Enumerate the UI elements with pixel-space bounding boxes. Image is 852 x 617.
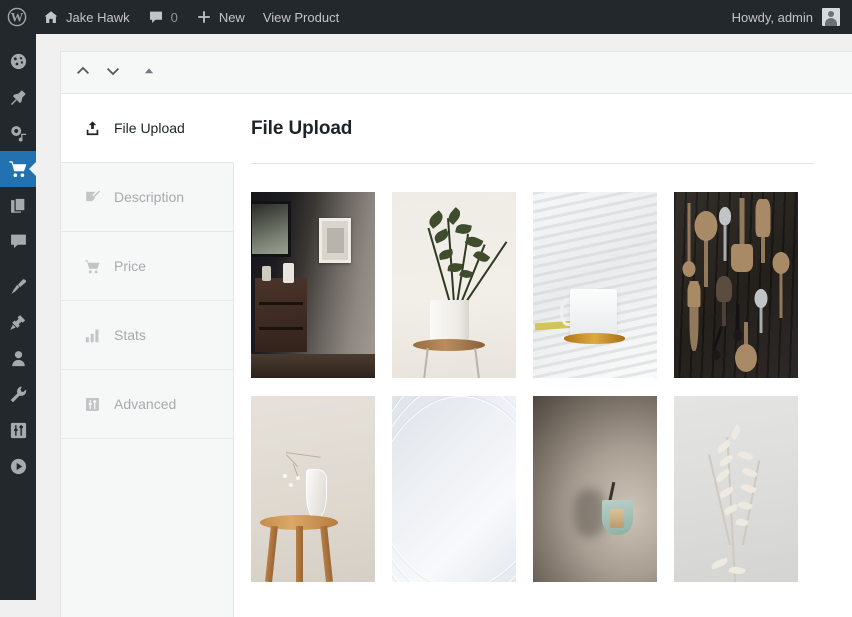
sidebar-item-appearance[interactable] (0, 268, 36, 304)
metabox-body: File Upload Description Price Stats Adva… (61, 94, 852, 617)
tab-file-upload[interactable]: File Upload (61, 94, 234, 163)
sliders-icon (83, 396, 101, 413)
media-camera-music-icon (9, 124, 28, 143)
svg-text:W: W (11, 11, 24, 25)
play-circle-icon (9, 457, 28, 476)
comment-bubble-icon (148, 9, 164, 25)
sidebar-item-pages[interactable] (0, 187, 36, 223)
file-upload-metabox: File Upload Description Price Stats Adva… (60, 51, 852, 617)
menu-separator-1 (0, 259, 36, 268)
tab-panel-file-upload: File Upload (234, 94, 852, 617)
image-thumbnail[interactable] (533, 396, 657, 582)
admin-bar: W Jake Hawk 0 New View Product Howdy, ad… (0, 0, 852, 34)
move-down-button[interactable] (99, 59, 127, 87)
chevron-down-icon (105, 63, 121, 82)
wp-logo-menu-item[interactable]: W (0, 0, 34, 34)
cart-icon (83, 258, 101, 275)
sidebar-item-player[interactable] (0, 448, 36, 484)
my-account-menu-item[interactable]: Howdy, admin (723, 0, 852, 34)
image-thumbnail[interactable] (392, 192, 516, 378)
view-product-label: View Product (262, 9, 340, 25)
toggle-panel-button[interactable] (135, 59, 163, 87)
howdy-label: Howdy, admin (731, 9, 813, 25)
sidebar-item-tools[interactable] (0, 376, 36, 412)
image-thumbnail[interactable] (674, 396, 798, 582)
cart-icon (8, 159, 28, 179)
site-name-label: Jake Hawk (66, 9, 130, 25)
sidebar-item-users[interactable] (0, 340, 36, 376)
sidebar-item-dashboard[interactable] (0, 43, 36, 79)
view-product-menu-item[interactable]: View Product (254, 0, 348, 34)
menu-spacer-top (0, 34, 36, 43)
admin-sidebar-menu (0, 34, 37, 600)
tab-label: Advanced (114, 396, 177, 412)
tab-label: Price (114, 258, 146, 274)
sidebar-item-posts[interactable] (0, 79, 36, 115)
dashboard-gauge-icon (9, 52, 28, 71)
wrench-icon (9, 385, 28, 404)
tab-price[interactable]: Price (61, 232, 233, 301)
sidebar-item-media[interactable] (0, 115, 36, 151)
potted-plant-on-stool-image (392, 192, 516, 378)
dried-branch-grey-image (674, 396, 798, 582)
image-thumbnail[interactable] (533, 192, 657, 378)
tab-label: Stats (114, 327, 146, 343)
tab-label: Description (114, 189, 185, 205)
wp-body: File Upload Description Price Stats Adva… (36, 34, 852, 617)
comment-bubble-icon (9, 232, 28, 251)
white-wave-texture-image (392, 396, 516, 582)
comments-menu-item[interactable]: 0 (139, 0, 187, 34)
sidebar-item-products[interactable] (0, 151, 37, 187)
comments-count: 0 (170, 9, 178, 25)
bar-chart-icon (83, 327, 101, 344)
glass-vase-on-stool-image (251, 396, 375, 582)
title-divider (251, 163, 814, 164)
teal-brush-on-wall-image (533, 396, 657, 582)
sliders-settings-icon (9, 421, 28, 440)
new-label: New (218, 9, 245, 25)
pages-icon (9, 196, 28, 215)
white-mug-blinds-light-image (533, 192, 657, 378)
metabox-tab-list: File Upload Description Price Stats Adva… (61, 94, 234, 617)
tab-label: File Upload (114, 120, 185, 136)
image-thumbnail[interactable] (674, 192, 798, 378)
plug-icon (9, 313, 28, 332)
dark-interior-room-image (251, 192, 375, 378)
tab-stats[interactable]: Stats (61, 301, 233, 370)
tab-description[interactable]: Description (61, 163, 233, 232)
upload-icon (83, 120, 101, 137)
user-icon (9, 349, 28, 368)
sidebar-item-plugins[interactable] (0, 304, 36, 340)
image-thumbnail[interactable] (392, 396, 516, 582)
image-thumbnail[interactable] (251, 396, 375, 582)
page-title: File Upload (251, 118, 353, 139)
edit-pencil-icon (83, 189, 101, 206)
tab-advanced[interactable]: Advanced (61, 370, 233, 439)
wooden-spoons-flatlay-image (674, 192, 798, 378)
pin-icon (9, 88, 28, 107)
image-thumbnail[interactable] (251, 192, 375, 378)
chevron-up-icon (75, 63, 91, 82)
paintbrush-icon (9, 277, 28, 296)
metabox-header (61, 52, 852, 94)
sidebar-item-settings[interactable] (0, 412, 36, 448)
new-content-menu-item[interactable]: New (187, 0, 254, 34)
plus-icon (196, 9, 212, 25)
move-up-button[interactable] (69, 59, 97, 87)
wordpress-logo-icon: W (7, 7, 27, 27)
sidebar-item-comments[interactable] (0, 223, 36, 259)
file-upload-image-grid (251, 192, 814, 582)
home-icon (43, 9, 59, 25)
site-name-menu-item[interactable]: Jake Hawk (34, 0, 139, 34)
current-menu-arrow (29, 161, 37, 177)
triangle-up-icon (143, 65, 155, 80)
avatar (822, 8, 840, 26)
